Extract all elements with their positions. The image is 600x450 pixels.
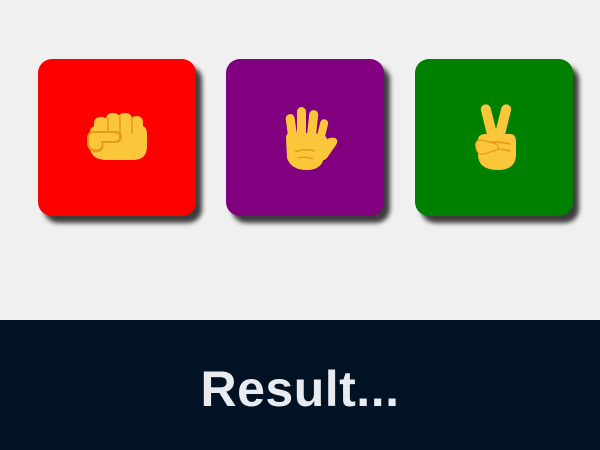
fist-icon <box>77 98 157 178</box>
rock-button[interactable] <box>38 59 196 216</box>
raised-hand-icon <box>265 98 345 178</box>
game-area <box>0 0 600 320</box>
result-bar: Result... <box>0 320 600 450</box>
victory-hand-icon <box>454 98 534 178</box>
scissors-button[interactable] <box>415 59 573 216</box>
paper-button[interactable] <box>226 59 384 216</box>
choice-row <box>0 59 600 216</box>
result-text: Result... <box>200 361 400 417</box>
